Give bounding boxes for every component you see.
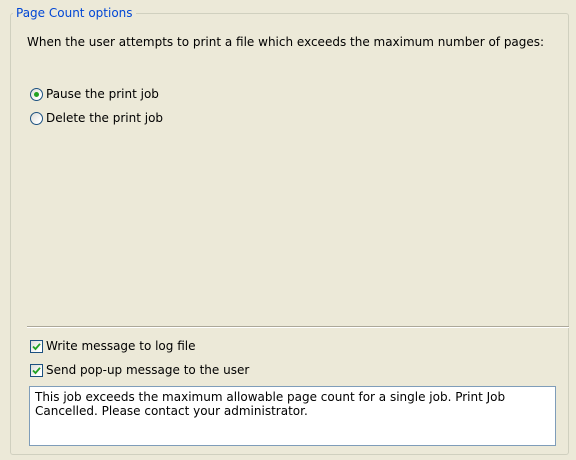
popup-message-textarea[interactable]: This job exceeds the maximum allowable p…: [29, 386, 556, 446]
checkbox-checked-icon[interactable]: [30, 339, 43, 353]
pause-print-job-option[interactable]: Pause the print job: [30, 85, 159, 103]
checkbox-checked-icon[interactable]: [30, 363, 43, 377]
pause-print-job-label: Pause the print job: [46, 87, 159, 101]
radio-selected-icon[interactable]: [30, 87, 43, 101]
send-popup-option[interactable]: Send pop-up message to the user: [30, 361, 249, 379]
section-divider: [27, 326, 569, 328]
delete-print-job-option[interactable]: Delete the print job: [30, 109, 163, 127]
radio-unselected-icon[interactable]: [30, 111, 43, 125]
group-legend: Page Count options: [13, 5, 136, 21]
delete-print-job-label: Delete the print job: [46, 111, 164, 125]
write-log-file-label: Write message to log file: [46, 339, 196, 353]
send-popup-label: Send pop-up message to the user: [46, 363, 250, 377]
description-text: When the user attempts to print a file w…: [27, 35, 545, 49]
write-log-file-option[interactable]: Write message to log file: [30, 337, 195, 355]
